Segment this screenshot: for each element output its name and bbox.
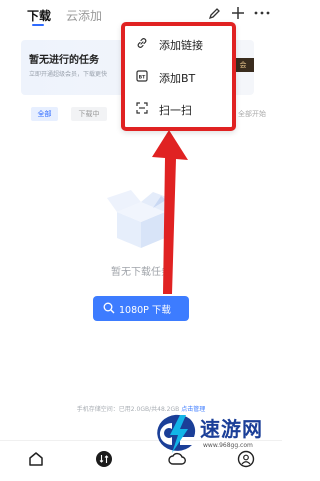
link-icon bbox=[137, 38, 147, 48]
hd-download-label: 1080P 下载 bbox=[119, 305, 171, 316]
watermark-logo bbox=[157, 414, 196, 453]
site-watermark: 速游网 www.968gg.com bbox=[150, 408, 270, 460]
scan-icon bbox=[136, 102, 148, 114]
more-icon[interactable] bbox=[254, 6, 270, 20]
bt-icon: BT bbox=[136, 70, 148, 82]
plus-icon[interactable] bbox=[231, 6, 245, 20]
top-actions bbox=[204, 6, 274, 22]
hd-download-button[interactable]: 1080P 下载 bbox=[93, 296, 189, 321]
edit-icon[interactable] bbox=[208, 6, 222, 20]
add-task-popup-menu: 添加链接 BT 添加BT 扫一扫 bbox=[121, 22, 236, 131]
svg-text:BT: BT bbox=[139, 74, 147, 80]
transfer-icon[interactable] bbox=[95, 450, 113, 468]
tab-cloud-add[interactable]: 云添加 bbox=[66, 7, 102, 24]
filter-downloading[interactable]: 下载中 bbox=[71, 107, 107, 121]
watermark-title: 速游网 bbox=[200, 417, 263, 441]
tab-download[interactable]: 下载 bbox=[27, 7, 51, 26]
menu-item-label: 添加链接 bbox=[159, 39, 203, 52]
home-icon[interactable] bbox=[27, 450, 45, 468]
search-icon bbox=[103, 302, 115, 314]
watermark-url: www.968gg.com bbox=[203, 442, 253, 449]
menu-item-add-bt[interactable]: BT 添加BT bbox=[135, 68, 225, 86]
start-all-button[interactable]: 全部开始 bbox=[238, 107, 282, 121]
banner-subtitle: 立即开通超级会员，下载更快 bbox=[29, 71, 108, 78]
menu-item-scan[interactable]: 扫一扫 bbox=[135, 100, 225, 118]
banner-title: 暂无进行的任务 bbox=[29, 55, 99, 66]
menu-item-label: 扫一扫 bbox=[159, 104, 192, 117]
filter-all[interactable]: 全部 bbox=[31, 107, 58, 121]
menu-item-label: 添加BT bbox=[159, 72, 196, 85]
annotation-arrow bbox=[152, 130, 188, 294]
menu-item-add-link[interactable]: 添加链接 bbox=[135, 35, 225, 53]
